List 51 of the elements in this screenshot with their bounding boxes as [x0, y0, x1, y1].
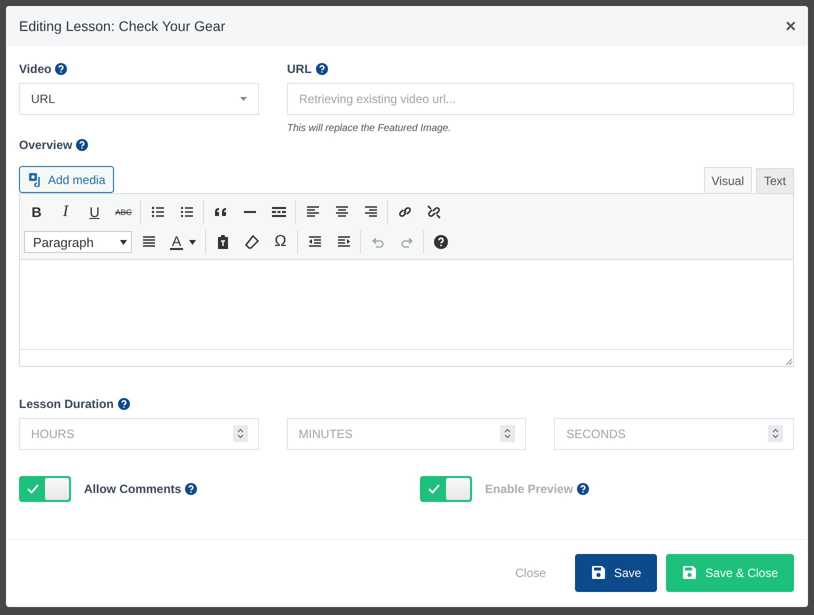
- spinner-icon[interactable]: [768, 425, 783, 442]
- help-icon[interactable]: [76, 139, 88, 151]
- format-select[interactable]: Paragraph: [24, 231, 132, 253]
- video-type-select[interactable]: URL: [19, 83, 259, 115]
- resize-handle-icon[interactable]: [785, 358, 793, 366]
- italic-button[interactable]: I: [51, 198, 80, 226]
- toggle-label: Allow Comments: [84, 482, 182, 496]
- spinner-icon[interactable]: [232, 425, 248, 442]
- bold-button[interactable]: B: [22, 198, 51, 226]
- media-icon: [28, 172, 43, 187]
- add-media-button[interactable]: Add media: [19, 166, 114, 193]
- check-icon: [428, 484, 440, 494]
- bullet-list-icon[interactable]: [150, 204, 166, 220]
- help-icon[interactable]: [577, 483, 590, 495]
- spinner-icon[interactable]: [500, 425, 516, 442]
- save-icon: [590, 565, 606, 580]
- caret-icon: [189, 240, 196, 244]
- eraser-icon[interactable]: [244, 234, 260, 250]
- duration-field[interactable]: MINUTES: [286, 418, 526, 450]
- hint-text: This will replace the Featured Image.: [287, 123, 452, 134]
- help-icon[interactable]: [185, 483, 198, 495]
- duration-field[interactable]: HOURS: [19, 418, 259, 450]
- field-label: Lesson Duration: [19, 397, 114, 411]
- toggle-label: Enable Preview: [485, 482, 574, 496]
- help-icon[interactable]: [316, 63, 328, 75]
- numbered-list-icon[interactable]: [178, 204, 194, 220]
- toggle-switch[interactable]: [19, 476, 71, 502]
- url-field[interactable]: Retrieving existing video url...: [287, 83, 794, 115]
- duration-field[interactable]: SECONDS: [554, 418, 794, 450]
- save-button[interactable]: Save: [574, 554, 658, 592]
- page-break-icon[interactable]: [270, 204, 286, 220]
- close-button[interactable]: ×: [785, 16, 796, 36]
- caret-icon: [120, 240, 127, 244]
- field-label: Video: [19, 62, 52, 76]
- editor-tab[interactable]: Visual: [704, 167, 752, 193]
- save-icon: [682, 565, 698, 580]
- special-character-button[interactable]: Ω: [266, 228, 295, 256]
- check-icon: [27, 484, 39, 494]
- text-color-button[interactable]: A: [163, 228, 203, 256]
- help-icon[interactable]: [55, 63, 68, 75]
- strikethrough-button[interactable]: ABC: [109, 198, 138, 226]
- field-label: URL: [287, 62, 312, 76]
- window-title: Editing Lesson: Check Your Gear: [19, 18, 226, 34]
- help-icon[interactable]: [118, 398, 130, 410]
- link-icon[interactable]: [396, 204, 412, 220]
- field-label: Overview: [19, 138, 72, 152]
- caret-icon: [240, 97, 247, 101]
- editor-tab[interactable]: Text: [756, 168, 794, 193]
- unlink-icon[interactable]: [426, 204, 442, 220]
- underline-button[interactable]: U: [80, 198, 109, 226]
- help-icon[interactable]: [432, 234, 448, 250]
